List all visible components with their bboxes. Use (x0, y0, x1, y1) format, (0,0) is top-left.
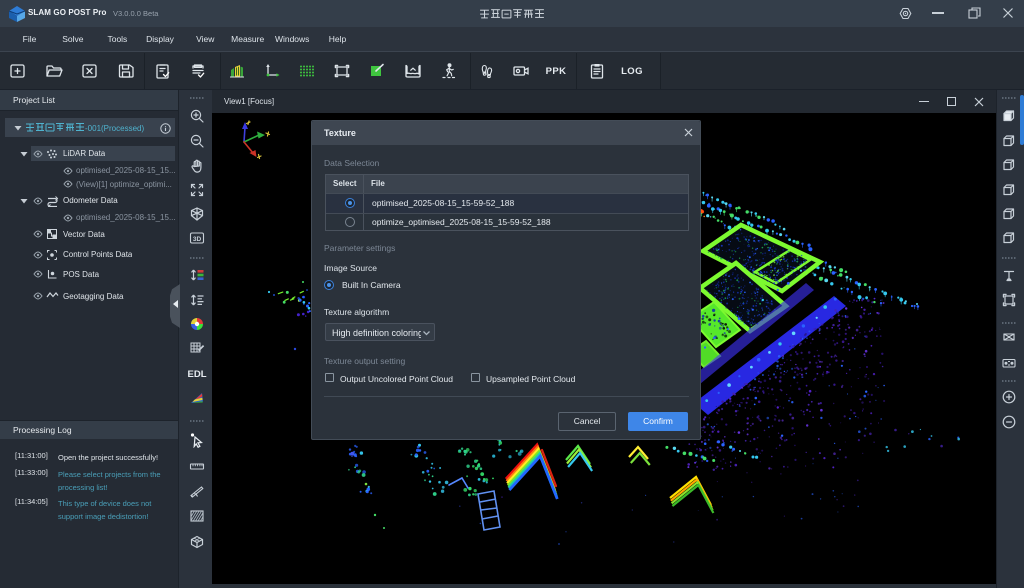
svg-text:EDL: EDL (188, 369, 207, 379)
svg-text:3D: 3D (193, 236, 202, 243)
